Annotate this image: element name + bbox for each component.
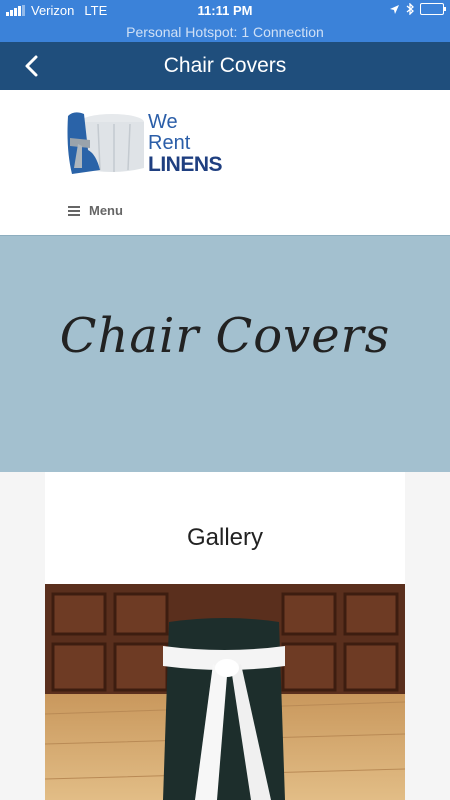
menu-button[interactable]: Menu xyxy=(68,203,123,218)
hero-title: Chair Covers xyxy=(59,308,391,364)
bluetooth-icon xyxy=(406,3,414,15)
nav-title: Chair Covers xyxy=(163,54,287,77)
hotspot-banner[interactable]: Personal Hotspot: 1 Connection xyxy=(0,22,450,42)
chair-cover-photo xyxy=(45,584,405,800)
battery-icon xyxy=(420,3,446,15)
hamburger-icon xyxy=(68,205,80,216)
logo-line-3: LINENS xyxy=(148,153,223,176)
logo-line-1: We xyxy=(148,111,178,133)
logo-chair-icon xyxy=(67,112,144,174)
page-content: Gallery xyxy=(0,472,450,800)
gallery-image[interactable] xyxy=(45,584,405,800)
app-nav-bar: Chair Covers xyxy=(0,42,450,90)
content-card: Gallery xyxy=(45,472,405,800)
logo-line-2: Rent xyxy=(148,132,191,154)
site-logo[interactable]: We Rent LINENS xyxy=(64,110,234,182)
hero-banner: Chair Covers xyxy=(0,235,450,473)
site-header: We Rent LINENS Menu xyxy=(0,90,450,235)
status-bar: Verizon LTE 11:11 PM xyxy=(0,0,450,22)
status-right xyxy=(389,3,446,15)
location-icon xyxy=(390,4,399,14)
logo-text: We Rent LINENS xyxy=(148,111,223,176)
menu-label: Menu xyxy=(89,203,123,218)
status-time: 11:11 PM xyxy=(197,3,253,18)
gallery-heading: Gallery xyxy=(186,524,264,551)
